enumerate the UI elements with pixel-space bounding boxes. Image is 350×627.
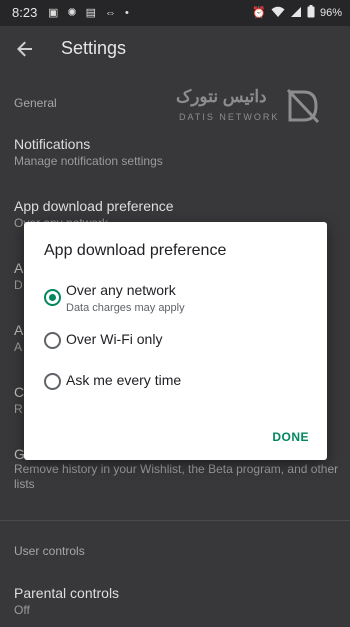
- option-ask-every-time[interactable]: Ask me every time: [44, 372, 314, 392]
- notification-icons: ▣ ✺ ▤ ⇔ •: [48, 4, 129, 22]
- dot-icon: •: [125, 6, 129, 19]
- radio-button[interactable]: [44, 332, 61, 349]
- brightness-icon: ✺: [67, 6, 77, 19]
- option-label: Over any network: [66, 282, 176, 298]
- radio-button-checked[interactable]: [44, 289, 61, 306]
- setting-title: A: [14, 322, 24, 338]
- photo-icon: ▣: [48, 6, 59, 19]
- section-header-user-controls: User controls: [14, 544, 85, 558]
- watermark: داتیس نتورک DATIS NETWORK: [172, 84, 342, 130]
- section-header-general: General: [14, 96, 57, 110]
- option-label: Over Wi-Fi only: [66, 331, 163, 347]
- setting-subtitle: A: [14, 340, 23, 354]
- setting-title: C: [14, 384, 25, 400]
- watermark-text-en: DATIS NETWORK: [179, 112, 280, 122]
- signal-icon: [290, 6, 302, 21]
- watermark-logo-icon: [286, 88, 320, 124]
- setting-title: Notifications: [14, 136, 91, 152]
- status-bar: 8:23 ▣ ✺ ▤ ⇔ • ⏰ 96%: [0, 0, 350, 26]
- radio-button[interactable]: [44, 373, 61, 390]
- setting-subtitle: Remove history in your Wishlist, the Bet…: [14, 462, 339, 491]
- wifi-icon: [271, 6, 285, 21]
- setting-subtitle: Off: [14, 603, 30, 617]
- news-icon: ▤: [85, 6, 97, 19]
- setting-subtitle: R: [14, 402, 23, 416]
- battery-icon: [307, 5, 315, 21]
- page-title: Settings: [61, 38, 127, 58]
- setting-title: Parental controls: [14, 585, 120, 601]
- option-wifi-only[interactable]: Over Wi-Fi only: [44, 331, 314, 351]
- setting-title: A: [14, 260, 24, 276]
- setting-title: App download preference: [14, 198, 174, 214]
- watermark-text-fa: داتیس نتورک: [176, 87, 267, 106]
- status-time: 8:23: [12, 5, 38, 20]
- option-any-network[interactable]: Over any network Data charges may apply: [44, 282, 314, 318]
- setting-subtitle: D: [14, 278, 23, 292]
- done-button[interactable]: DONE: [272, 430, 309, 444]
- setting-subtitle: Manage notification settings: [14, 154, 163, 168]
- divider: [0, 520, 350, 521]
- dialog-title: App download preference: [44, 242, 227, 259]
- alarm-icon: ⏰: [252, 6, 266, 19]
- system-icons: ⏰ 96%: [252, 4, 342, 22]
- app-bar: Settings: [0, 26, 350, 74]
- option-label: Ask me every time: [66, 372, 182, 388]
- battery-percent: 96%: [319, 6, 342, 19]
- media-icon: ⇔: [105, 6, 117, 19]
- back-arrow-icon[interactable]: [12, 36, 38, 62]
- download-preference-dialog: App download preference Over any network…: [24, 222, 327, 460]
- option-sublabel: Data charges may apply: [66, 302, 185, 314]
